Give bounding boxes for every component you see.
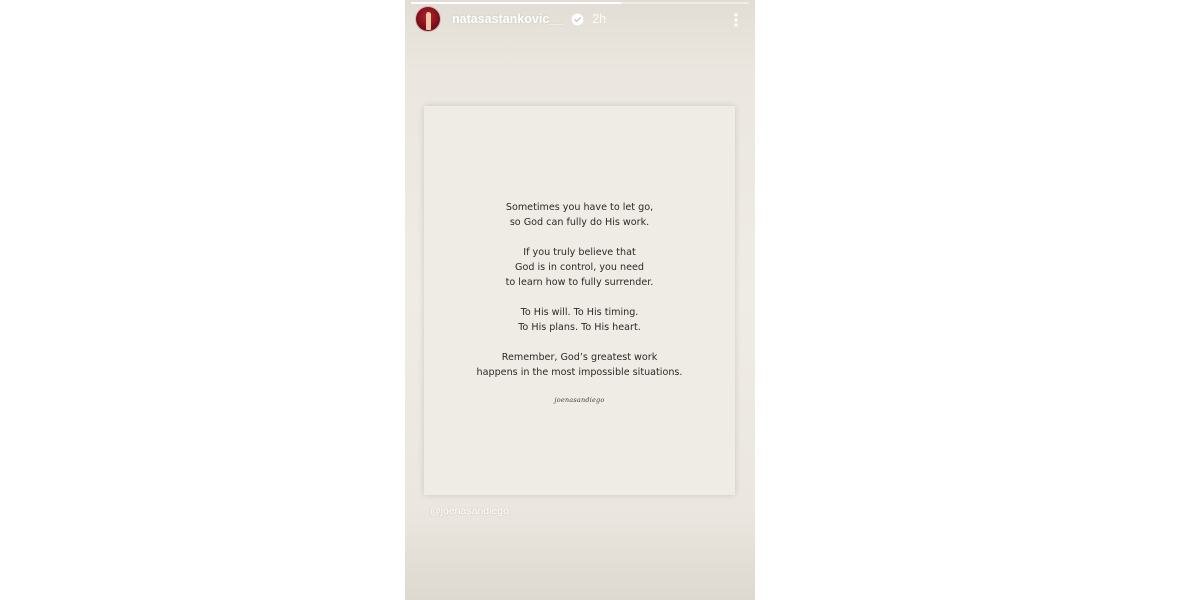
more-vertical-icon[interactable]	[727, 12, 745, 28]
post-time: 2h	[592, 12, 607, 26]
page-background: natasastankovic__ 2h Sometimes you have …	[0, 0, 1200, 600]
mention-sticker[interactable]: @joenasandiego	[430, 505, 509, 517]
quote-paragraph: Remember, God’s greatest work happens in…	[476, 352, 683, 378]
author-signature: joenasandiego	[554, 396, 605, 404]
avatar-figure	[426, 12, 431, 30]
avatar[interactable]	[415, 6, 441, 32]
story-progress-bar	[411, 2, 749, 4]
username[interactable]: natasastankovic__	[452, 12, 563, 26]
story-viewer[interactable]: natasastankovic__ 2h Sometimes you have …	[405, 0, 755, 600]
verified-badge-icon	[571, 13, 584, 25]
quote-paragraph: Sometimes you have to let go, so God can…	[505, 202, 654, 228]
quote-paragraph: To His will. To His timing. To His plans…	[518, 307, 641, 333]
story-header: natasastankovic__ 2h	[415, 5, 745, 33]
story-progress-fill	[411, 2, 621, 4]
quote-text: Sometimes you have to let go, so God can…	[424, 200, 735, 395]
quote-paragraph: If you truly believe that God is in cont…	[505, 247, 654, 288]
quote-card: Sometimes you have to let go, so God can…	[424, 106, 735, 495]
